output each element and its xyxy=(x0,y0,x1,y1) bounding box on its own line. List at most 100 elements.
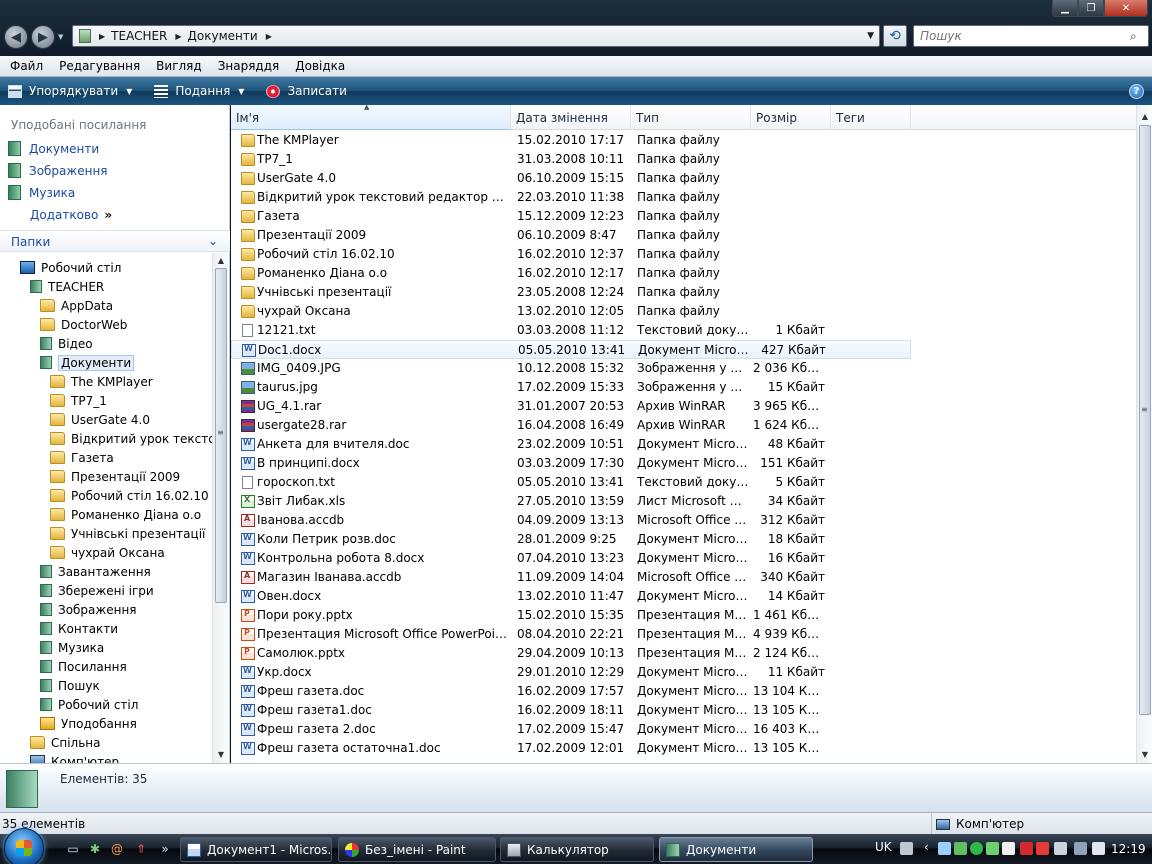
file-row[interactable]: Пори року.pptx 15.02.2010 15:35 Презентаци… xyxy=(231,606,911,625)
file-list-scrollbar[interactable]: ▲ ≡ ▼ xyxy=(1136,105,1152,763)
file-row[interactable]: Магазин Іванава.accdb 11.09.2009 14:04 Mic… xyxy=(231,568,911,587)
file-row[interactable]: Контрольна робота 8.docx 07.04.2010 13:23… xyxy=(231,549,911,568)
folder-tree-item[interactable]: Посилання xyxy=(40,657,127,676)
scroll-up-icon[interactable]: ▲ xyxy=(213,253,229,269)
taskbar-button-paint[interactable]: Без_імені - Paint xyxy=(338,837,496,862)
tray-gear-icon[interactable] xyxy=(986,842,999,855)
folder-tree-item[interactable]: Презентації 2009 xyxy=(50,467,180,486)
menu-edit[interactable]: Редагування xyxy=(49,59,146,73)
file-row[interactable]: Учнівські презентації 23.05.2008 12:24 Пап… xyxy=(231,283,911,302)
scroll-thumb[interactable] xyxy=(1139,125,1151,715)
mail-icon[interactable]: @ xyxy=(110,842,124,856)
file-row[interactable]: Укр.docx 29.01.2010 12:29 Документ Micros.… xyxy=(231,663,911,682)
folder-tree-item[interactable]: Спільна xyxy=(30,733,101,752)
keyboard-icon[interactable] xyxy=(900,842,913,855)
tray-expand-icon[interactable]: ‹ xyxy=(924,840,929,854)
refresh-button[interactable]: ⟲ xyxy=(883,25,907,47)
folder-tree-item[interactable]: UserGate 4.0 xyxy=(50,410,150,429)
file-row[interactable]: usergate28.rar 16.04.2008 16:49 Архив WinR… xyxy=(231,416,911,435)
file-row[interactable]: Анкета для вчителя.doc 23.02.2009 10:51 До… xyxy=(231,435,911,454)
file-row[interactable]: В принципі.docx 03.03.2009 17:30 Документ … xyxy=(231,454,911,473)
file-row[interactable]: Романенко Діана о.о 16.02.2010 12:17 Папка… xyxy=(231,264,911,283)
folder-tree-item[interactable]: TEACHER xyxy=(30,277,104,296)
file-row[interactable]: 12121.txt 03.03.2008 11:12 Текстовий докум… xyxy=(231,321,911,340)
file-row[interactable]: UG_4.1.rar 31.01.2007 20:53 Архив WinRAR 3 … xyxy=(231,397,911,416)
chevron-down-icon[interactable]: ⌄ xyxy=(208,234,218,248)
file-row[interactable]: Фреш газета1.doc 16.02.2009 18:11 Документ… xyxy=(231,701,911,720)
menu-help[interactable]: Довідка xyxy=(285,59,351,73)
folder-tree-item[interactable]: DoctorWeb xyxy=(40,315,127,334)
close-button[interactable]: ✕ xyxy=(1104,0,1148,17)
back-button[interactable]: ◀ xyxy=(4,25,28,49)
folder-tree-scrollbar[interactable]: ▲ ≡ ▼ xyxy=(212,253,228,763)
file-row[interactable]: UserGate 4.0 06.10.2009 15:15 Папка файлу xyxy=(231,169,911,188)
network-connection-icon[interactable] xyxy=(1074,842,1087,855)
language-indicator[interactable]: UK xyxy=(875,840,892,854)
scroll-up-icon[interactable]: ▲ xyxy=(1137,109,1152,125)
folder-tree-item[interactable]: Газета xyxy=(50,448,114,467)
taskbar-button-explorer[interactable]: Документи xyxy=(659,837,813,862)
folder-tree-item[interactable]: Робочий стіл 16.02.10 xyxy=(50,486,209,505)
file-row[interactable]: Фреш газета остаточна1.doc 17.02.2009 12:… xyxy=(231,739,911,758)
file-row[interactable]: Фреш газета.doc 16.02.2009 17:57 Документ … xyxy=(231,682,911,701)
scroll-down-icon[interactable]: ▼ xyxy=(213,747,229,763)
folder-tree-item[interactable]: Зображення xyxy=(40,600,137,619)
file-row[interactable]: The KMPlayer 15.02.2010 17:17 Папка файлу xyxy=(231,131,911,150)
breadcrumb-separator-icon[interactable]: ▶ xyxy=(266,32,272,41)
folder-tree-item[interactable]: Відео xyxy=(40,334,93,353)
favorite-link-music[interactable]: Музика xyxy=(8,185,75,200)
views-button[interactable]: Подання ▼ xyxy=(154,84,244,98)
folder-tree-item[interactable]: The KMPlayer xyxy=(50,372,153,391)
show-desktop-icon[interactable]: ▭ xyxy=(66,842,80,856)
taskbar-button-calculator[interactable]: Калькулятор xyxy=(500,837,654,862)
menu-view[interactable]: Вигляд xyxy=(146,59,208,73)
folder-tree-item[interactable]: Учнівські презентації xyxy=(50,524,205,543)
file-row[interactable]: IMG_0409.JPG 10.12.2008 15:32 Зображення у… xyxy=(231,359,911,378)
network-icon[interactable] xyxy=(938,842,951,855)
folder-tree-item[interactable]: Завантаження xyxy=(40,562,151,581)
tray-at-icon[interactable] xyxy=(970,842,983,855)
organize-button[interactable]: Упорядкувати ▼ xyxy=(8,84,132,98)
folder-tree-item[interactable]: Музика xyxy=(40,638,104,657)
column-type[interactable]: Тип xyxy=(631,105,751,130)
quicklaunch-app-icon[interactable]: ✱ xyxy=(88,842,102,856)
breadcrumb-separator-icon[interactable]: ▶ xyxy=(99,32,105,41)
file-row[interactable]: чухрай Оксана 13.02.2010 12:05 Папка файлу xyxy=(231,302,911,321)
folder-tree-item[interactable]: Комп'ютер xyxy=(30,752,119,763)
file-row[interactable]: Відкритий урок текстовий редактор 23 бер… xyxy=(231,188,911,207)
file-row[interactable]: taurus.jpg 17.02.2009 15:33 Зображення у ф… xyxy=(231,378,911,397)
file-row[interactable]: Робочий стіл 16.02.10 16.02.2010 12:37 Пап… xyxy=(231,245,911,264)
folder-tree-item[interactable]: Робочий стіл xyxy=(40,695,138,714)
column-tags[interactable]: Теги xyxy=(831,105,911,130)
tray-printer-icon[interactable] xyxy=(1054,842,1067,855)
quicklaunch-more-icon[interactable]: » xyxy=(158,842,172,856)
column-size[interactable]: Розмір xyxy=(751,105,831,130)
file-row[interactable]: Самолюк.pptx 29.04.2009 10:13 Презентация … xyxy=(231,644,911,663)
scroll-down-icon[interactable]: ▼ xyxy=(1137,747,1152,763)
folder-tree-item[interactable]: Відкритий урок текстовий xyxy=(50,429,212,448)
file-row[interactable]: Газета 15.12.2009 12:23 Папка файлу xyxy=(231,207,911,226)
file-row[interactable]: Фреш газета 2.doc 17.02.2009 15:47 Докумен… xyxy=(231,720,911,739)
file-row[interactable]: Doc1.docx 05.05.2010 13:41 Документ Micros… xyxy=(231,340,911,359)
recent-pages-dropdown[interactable]: ▼ xyxy=(58,33,63,41)
folder-tree-item[interactable]: Романенко Діана о.о xyxy=(50,505,201,524)
tray-clock-icon[interactable] xyxy=(1002,842,1015,855)
folder-tree-item[interactable]: Пошук xyxy=(40,676,100,695)
folder-tree-item[interactable]: AppData xyxy=(40,296,113,315)
search-icon[interactable]: ⌕ xyxy=(1130,29,1137,44)
antivirus-icon[interactable] xyxy=(1020,842,1033,855)
clock[interactable]: 12:19 xyxy=(1111,842,1146,856)
column-name[interactable]: ▲ Ім'я xyxy=(231,103,511,130)
tray-flag-icon[interactable] xyxy=(1036,842,1049,855)
file-row[interactable]: Презентация Microsoft Office PowerPoint … xyxy=(231,625,911,644)
file-row[interactable]: Презентації 2009 06.10.2009 8:47 Папка фай… xyxy=(231,226,911,245)
folder-tree-item[interactable]: TP7_1 xyxy=(50,391,107,410)
file-row[interactable]: Коли Петрик розв.doc 28.01.2009 9:25 Докум… xyxy=(231,530,911,549)
folder-tree-item[interactable]: Збережені ігри xyxy=(40,581,154,600)
address-bar[interactable]: ▶ TEACHER ▶ Документи ▶ ▼ xyxy=(72,25,880,47)
start-button[interactable] xyxy=(4,828,44,864)
quicklaunch-upload-icon[interactable]: ⇑ xyxy=(134,842,148,856)
forward-button[interactable]: ▶ xyxy=(31,25,55,49)
file-row[interactable]: Звіт Либак.xls 27.05.2010 13:59 Лист Micro… xyxy=(231,492,911,511)
folder-tree-item[interactable]: Уподобання xyxy=(40,714,137,733)
